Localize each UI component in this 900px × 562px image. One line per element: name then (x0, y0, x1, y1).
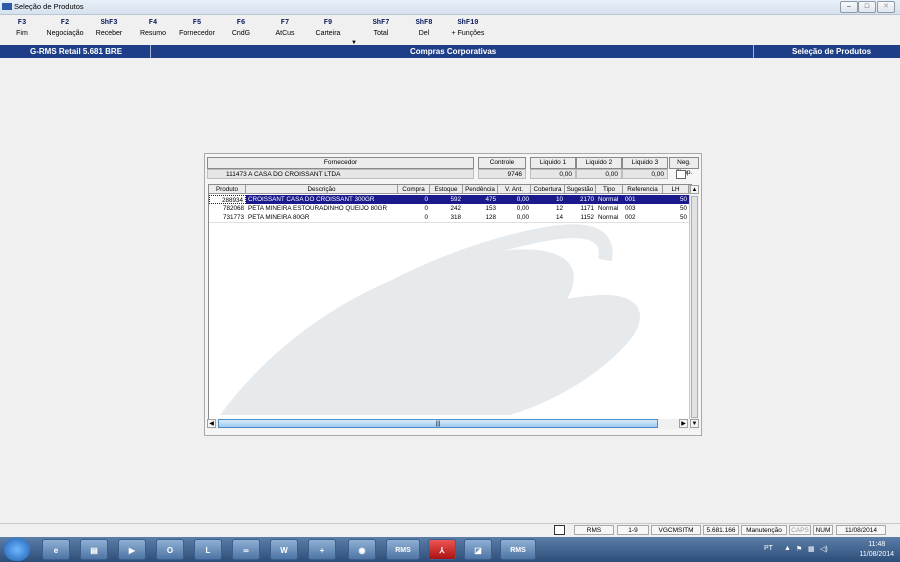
tray-time: 11:48 (868, 541, 886, 548)
liquido2-header: Liquido 2 (576, 157, 622, 169)
fkey-atcus-button[interactable]: F7 AtCus (263, 15, 307, 37)
volume-icon[interactable]: ◁) (820, 545, 828, 553)
file-explorer-icon[interactable]: ▤ (80, 539, 108, 560)
col-header-referencia[interactable]: Referencia (623, 185, 663, 194)
neg-simp-header: Neg. Simp. (669, 157, 699, 176)
tray-expand-icon[interactable]: ▲ (784, 545, 791, 552)
action-center-icon[interactable]: ⚑ (796, 545, 802, 553)
col-header-sugestao[interactable]: Sugestão (565, 185, 596, 194)
col-header-descricao[interactable]: Descrição (246, 185, 398, 194)
network-app-icon[interactable]: ∞ (232, 539, 260, 560)
lync-icon[interactable]: L (194, 539, 222, 560)
close-button[interactable]: ✕ (877, 1, 895, 13)
app-window-icon[interactable]: ◪ (464, 539, 492, 560)
fkey-carteira-button[interactable]: F9 Carteira (306, 15, 350, 37)
network-icon[interactable]: ▦ (808, 545, 815, 553)
status-app: RMS (574, 525, 614, 535)
tray-clock[interactable]: 11:48 11/08/2014 (859, 540, 894, 560)
liquido1-value: 0,00 (530, 169, 576, 179)
status-caps: CAPS (789, 525, 811, 535)
pdf-reader-icon[interactable]: ⅄ (428, 539, 456, 560)
internet-explorer-icon[interactable]: e (42, 539, 70, 560)
status-range: 1-9 (617, 525, 649, 535)
fkey-fornecedor-button[interactable]: F5 Fornecedor (175, 15, 219, 37)
col-header-lh[interactable]: LH (663, 185, 689, 194)
rms-taskbar-button-2[interactable]: RMS (500, 539, 536, 560)
header-divider (150, 45, 151, 58)
horizontal-scroll-thumb[interactable]: ||| (218, 419, 658, 428)
neg-simp-checkbox[interactable] (676, 170, 686, 179)
col-header-cobertura[interactable]: Cobertura (531, 185, 565, 194)
fkey-funcoes-button[interactable]: ShF10 + Funções (446, 15, 490, 37)
liquido1-header: Liquido 1 (530, 157, 576, 169)
fornecedor-header: Fornecedor (207, 157, 474, 169)
fkey-resumo-button[interactable]: F4 Resumo (131, 15, 175, 37)
watermark-logo (220, 224, 640, 415)
maximize-button[interactable]: □ (858, 1, 876, 13)
status-user: VGCMSITM (651, 525, 701, 535)
status-version: 5.681.166 (703, 525, 739, 535)
system-version-label: G-RMS Retail 5.681 BRE (30, 47, 123, 56)
status-bar: RMS 1-9 VGCMSITM 5.681.166 Manutenção CA… (0, 523, 900, 537)
header-band: G-RMS Retail 5.681 BRE Compras Corporati… (0, 45, 900, 58)
status-date: 11/08/2014 (836, 525, 886, 535)
vertical-scroll-thumb[interactable] (691, 196, 698, 418)
function-key-toolbar: F3 Fim F2 Negociação ShF3 Receber F4 Resumo … (0, 15, 900, 46)
fkey-receber-button[interactable]: ShF3 Receber (87, 15, 131, 37)
liquido2-value: 0,00 (576, 169, 622, 179)
window-title: Seleção de Produtos (14, 2, 84, 11)
media-player-icon[interactable]: ▶ (118, 539, 146, 560)
col-header-v-ant[interactable]: V. Ant. (498, 185, 531, 194)
fkey-total-button[interactable]: ShF7 Total (359, 15, 403, 37)
word-icon[interactable]: W (270, 539, 298, 560)
fkey-negociacao-button[interactable]: F2 Negociação (43, 15, 87, 37)
col-header-tipo[interactable]: Tipo (596, 185, 623, 194)
minimize-button[interactable]: – (840, 1, 858, 13)
controle-value: 9746 (478, 169, 526, 179)
language-indicator[interactable]: PT (764, 545, 773, 552)
liquido3-header: Liquido 3 (622, 157, 668, 169)
fornecedor-value: 111473 A CASA DO CROISSANT LTDA (207, 169, 474, 179)
window-title-bar: Seleção de Produtos – □ ✕ (0, 0, 900, 15)
horizontal-scrollbar[interactable]: ◀ ||| ▶ (207, 419, 690, 429)
scroll-right-icon[interactable]: ▶ (679, 419, 688, 428)
app-plus-icon[interactable]: + (308, 539, 336, 560)
header-divider (753, 45, 754, 58)
liquido3-value: 0,00 (622, 169, 668, 179)
col-header-pendencia[interactable]: Pendência (463, 185, 498, 194)
start-button[interactable] (4, 538, 30, 561)
document-icon (554, 525, 565, 535)
fkey-fim-button[interactable]: F3 Fim (0, 15, 44, 37)
rms-taskbar-button[interactable]: RMS (386, 539, 420, 560)
app-icon (2, 3, 12, 10)
status-mode: Manutenção (741, 525, 787, 535)
col-header-estoque[interactable]: Estoque (430, 185, 463, 194)
fkey-cndg-button[interactable]: F6 CndG (219, 15, 263, 37)
app-circle-icon[interactable]: ◉ (348, 539, 376, 560)
fkey-del-button[interactable]: ShF8 Del (402, 15, 446, 37)
outlook-icon[interactable]: O (156, 539, 184, 560)
module-title: Compras Corporativas (410, 47, 497, 56)
scroll-up-icon[interactable]: ▲ (690, 185, 699, 194)
scroll-down-icon[interactable]: ▼ (690, 419, 699, 428)
col-header-produto[interactable]: Produto (209, 185, 246, 194)
controle-header: Controle (478, 157, 526, 169)
tray-date: 11/08/2014 (859, 551, 894, 558)
scroll-left-icon[interactable]: ◀ (207, 419, 216, 428)
vertical-scrollbar[interactable]: ▲ ▼ (689, 185, 699, 430)
screen-title: Seleção de Produtos (792, 47, 872, 56)
status-num: NUM (813, 525, 833, 535)
col-header-compra[interactable]: Compra (398, 185, 430, 194)
windows-taskbar: e ▤ ▶ O L ∞ W + ◉ RMS ⅄ ◪ RMS PT ▲ ⚑ ▦ ◁… (0, 537, 900, 562)
